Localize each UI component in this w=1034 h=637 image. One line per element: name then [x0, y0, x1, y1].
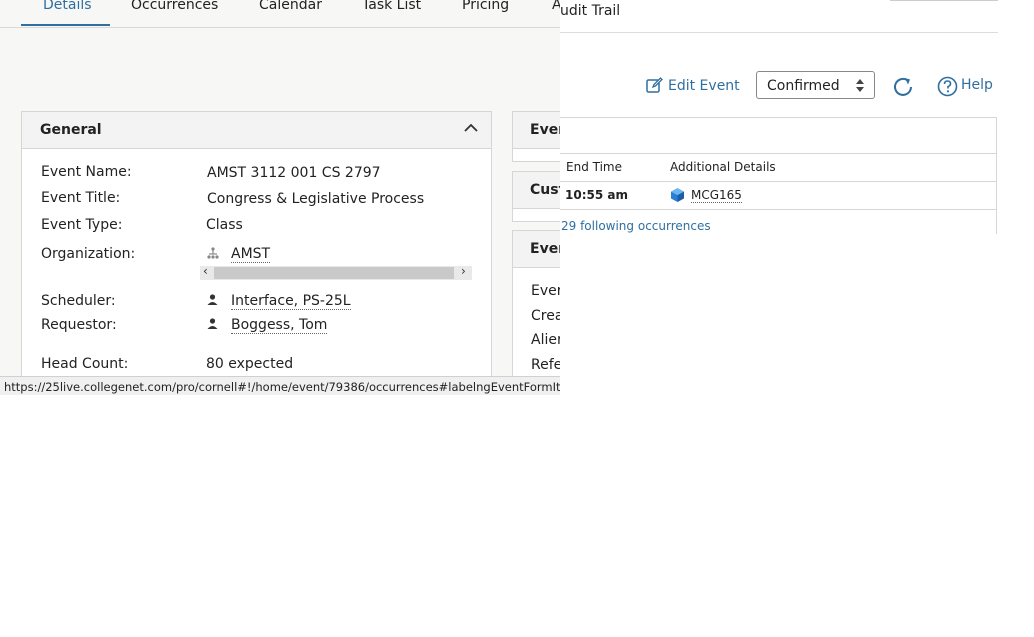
tab-audit-trail-fragment[interactable]: A — [552, 0, 560, 13]
table-row[interactable]: 10:55 am MCG165 — [560, 182, 996, 209]
side-card-1-header: Ever — [513, 112, 560, 149]
divider — [890, 0, 998, 1]
side-card-1-title: Ever — [530, 122, 560, 138]
scroll-right-icon[interactable]: › — [461, 264, 466, 278]
head-count-label: Head Count: — [41, 356, 129, 372]
scroll-left-icon[interactable]: ‹ — [203, 264, 208, 278]
edit-icon[interactable] — [646, 77, 663, 94]
head-count-value: 80 expected — [206, 356, 294, 372]
side-card-3-header: Ever — [513, 231, 560, 268]
help-icon[interactable] — [937, 76, 958, 97]
side-card-3-line: Alier — [531, 332, 560, 348]
requestor-link[interactable]: Boggess, Tom — [231, 317, 328, 334]
event-type-label: Event Type: — [41, 217, 123, 233]
event-state-select[interactable]: Confirmed — [756, 71, 875, 99]
event-name-label: Event Name: — [41, 164, 132, 180]
scrollbar-thumb[interactable] — [214, 267, 454, 279]
organization-icon — [207, 247, 219, 260]
following-occurrences-link[interactable]: 29 following occurrences — [561, 219, 711, 233]
tab-bar: Details Occurrences Calendar Task List P… — [0, 0, 560, 28]
refresh-icon[interactable] — [891, 75, 915, 99]
side-card-3-line: Ever — [531, 283, 560, 299]
event-title-label: Event Title: — [41, 190, 121, 206]
event-name-value: AMST 3112 001 CS 2797 — [207, 165, 381, 181]
location-cube-icon — [670, 187, 685, 203]
side-card-1: Ever — [512, 111, 560, 162]
tab-pricing[interactable]: Pricing — [462, 0, 509, 13]
column-header-end-time[interactable]: End Time — [566, 160, 622, 174]
event-title-value: Congress & Legislative Process — [207, 191, 425, 207]
event-toolbar-pane: udit Trail Edit Event Confirmed Help End… — [560, 0, 1000, 234]
person-icon — [207, 294, 218, 306]
organization-link[interactable]: AMST — [231, 246, 271, 263]
organization-label: Organization: — [41, 246, 136, 262]
scheduler-label: Scheduler: — [41, 293, 116, 309]
event-state-value: Confirmed — [767, 78, 840, 94]
general-card-title: General — [40, 122, 102, 138]
status-bar-url: https://25live.collegenet.com/pro/cornel… — [0, 376, 560, 395]
tab-audit-trail-rest[interactable]: udit Trail — [560, 3, 620, 19]
tab-task-list[interactable]: Task List — [362, 0, 421, 13]
end-time-cell: 10:55 am — [565, 188, 628, 202]
edit-event-button[interactable]: Edit Event — [668, 78, 740, 94]
side-card-2-header: Cust — [513, 172, 560, 209]
column-header-additional-details[interactable]: Additional Details — [670, 160, 776, 174]
tab-details[interactable]: Details — [43, 0, 92, 13]
divider — [560, 209, 996, 210]
general-card-header[interactable]: General — [22, 112, 491, 149]
tab-calendar[interactable]: Calendar — [259, 0, 322, 13]
requestor-label: Requestor: — [41, 317, 117, 333]
side-card-3-title: Ever — [530, 241, 560, 257]
horizontal-scrollbar[interactable]: ‹ › — [200, 264, 472, 280]
sort-arrows-icon — [855, 78, 865, 93]
divider — [560, 32, 998, 33]
divider — [560, 153, 996, 154]
person-icon — [207, 318, 218, 330]
occurrences-card: End Time Additional Details 10:55 am MCG… — [560, 117, 997, 234]
active-tab-indicator — [21, 24, 110, 26]
help-button[interactable]: Help — [961, 77, 993, 93]
tab-occurrences[interactable]: Occurrences — [131, 0, 218, 13]
event-details-pane: Details Occurrences Calendar Task List P… — [0, 0, 560, 395]
side-card-3-line: Refe — [531, 357, 560, 373]
side-card-3-line: Crea — [531, 308, 560, 324]
event-type-value: Class — [206, 217, 243, 233]
chevron-up-icon[interactable] — [464, 123, 478, 133]
scheduler-link[interactable]: Interface, PS-25L — [231, 293, 351, 310]
side-card-2-title: Cust — [530, 182, 560, 198]
side-card-2: Cust — [512, 171, 560, 222]
side-card-3: Ever Ever Crea Alier Refe — [512, 230, 560, 392]
location-link[interactable]: MCG165 — [691, 188, 742, 203]
